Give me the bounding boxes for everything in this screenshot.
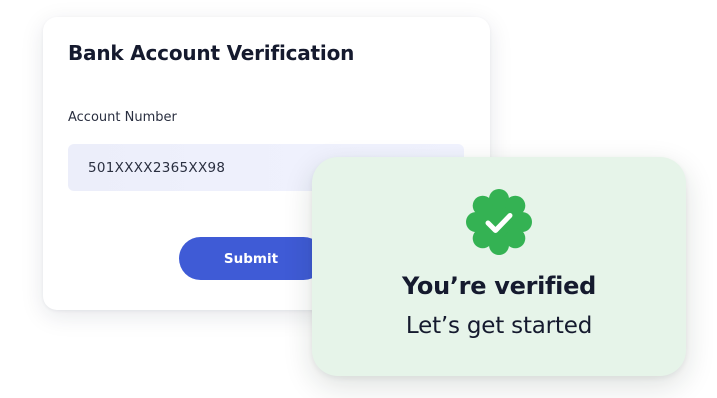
submit-button-label: Submit xyxy=(223,250,279,267)
verified-card: You’re verified Let’s get started xyxy=(312,157,686,376)
verified-subtitle: Let’s get started xyxy=(405,313,593,339)
card-title: Bank Account Verification xyxy=(68,41,355,65)
account-number-label: Account Number xyxy=(68,110,177,125)
submit-button[interactable]: Submit xyxy=(179,237,325,280)
verified-title: You’re verified xyxy=(402,272,596,300)
verified-badge-check-icon xyxy=(466,189,532,255)
